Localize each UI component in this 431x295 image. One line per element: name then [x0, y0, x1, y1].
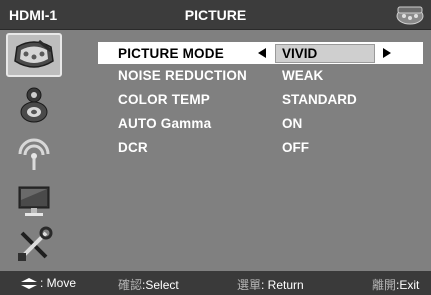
exit-key-label: 離開: [372, 278, 397, 292]
arrow-left-icon[interactable]: [258, 48, 266, 58]
palette-icon: [396, 6, 424, 25]
arrow-right-icon[interactable]: [383, 48, 391, 58]
menu-item-label: DCR: [118, 140, 148, 155]
menu-item-picture-mode[interactable]: PICTURE MODE VIVID: [98, 42, 423, 64]
menu-item-color-temp[interactable]: COLOR TEMP STANDARD: [98, 88, 423, 110]
menu-item-dcr[interactable]: DCR OFF: [98, 136, 423, 158]
broadcast-icon: [18, 138, 50, 170]
menu-item-value: OFF: [282, 140, 309, 155]
select-key-label: 確認: [118, 278, 143, 292]
palette-icon: [14, 39, 54, 68]
sidebar-item-setup[interactable]: [6, 223, 62, 267]
move-hint: : Move: [40, 276, 77, 290]
menu-item-value: VIVID: [282, 46, 318, 61]
menu-item-label: PICTURE MODE: [118, 46, 224, 61]
menu-item-noise-reduction[interactable]: NOISE REDUCTION WEAK: [98, 64, 423, 86]
menu-item-value: WEAK: [282, 68, 324, 83]
move-arrows-icon: [21, 278, 37, 289]
header-bar: HDMI-1 PICTURE: [0, 0, 431, 30]
sidebar-item-sound[interactable]: [6, 83, 62, 127]
menu-item-value: ON: [282, 116, 303, 131]
sidebar-item-display[interactable]: [6, 179, 62, 223]
sidebar-item-network[interactable]: [6, 131, 62, 175]
footer-hint-bar: : Move 確認:Select 選單: Return 離開:Exit: [0, 271, 431, 295]
select-hint: 確認:Select: [118, 276, 179, 293]
exit-hint: 離開:Exit: [372, 276, 419, 293]
monitor-icon: [18, 186, 50, 216]
menu-item-label: NOISE REDUCTION: [118, 68, 248, 83]
sidebar-item-picture[interactable]: [6, 33, 62, 77]
return-hint: 選單: Return: [237, 276, 304, 293]
exit-hint-label: :Exit: [396, 278, 420, 292]
return-hint-label: : Return: [261, 278, 304, 292]
menu-item-value: STANDARD: [282, 92, 357, 107]
category-sidebar: [6, 33, 66, 265]
menu-item-label: AUTO Gamma: [118, 116, 212, 131]
page-title: PICTURE: [184, 7, 247, 23]
menu-item-auto-gamma[interactable]: AUTO Gamma ON: [98, 112, 423, 134]
tools-icon: [18, 226, 53, 261]
menu-item-label: COLOR TEMP: [118, 92, 210, 107]
select-hint-label: :Select: [142, 278, 179, 292]
osd-panel: HDMI-1 PICTURE PICTURE MODE VIVID NOISE …: [0, 0, 431, 295]
return-key-label: 選單: [237, 278, 262, 292]
speaker-icon: [20, 87, 48, 123]
